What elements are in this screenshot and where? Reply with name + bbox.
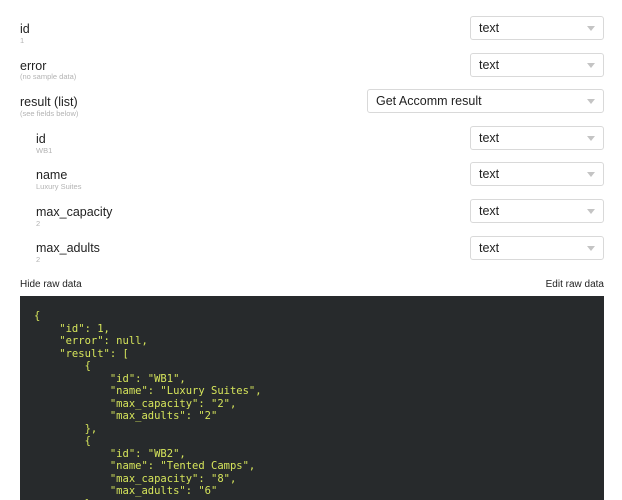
caret-down-icon (587, 209, 595, 214)
field-name: max_adults (36, 241, 100, 255)
hide-raw-data-link[interactable]: Hide raw data (20, 279, 82, 291)
type-dropdown-value: text (479, 241, 500, 255)
field-sample: 1 (20, 36, 25, 45)
field-sample: 2 (36, 255, 41, 264)
edit-raw-data-link[interactable]: Edit raw data (546, 279, 604, 291)
caret-down-icon (587, 63, 595, 68)
field-sample: 2 (36, 219, 41, 228)
field-name: name (36, 168, 68, 182)
caret-down-icon (587, 246, 595, 251)
type-dropdown[interactable]: Get Accomm result (367, 89, 604, 113)
type-dropdown-value: Get Accomm result (376, 94, 482, 108)
type-dropdown[interactable]: text (470, 126, 604, 150)
field-sample: (see fields below) (20, 109, 79, 118)
type-dropdown[interactable]: text (470, 53, 604, 77)
field-sample: WB1 (36, 146, 53, 155)
caret-down-icon (587, 99, 595, 104)
field-name: error (20, 59, 47, 73)
type-dropdown-value: text (479, 131, 500, 145)
field-name: id (20, 22, 30, 36)
raw-data-panel[interactable]: { "id": 1, "error": null, "result": [ { … (20, 296, 604, 500)
type-dropdown-value: text (479, 58, 500, 72)
raw-json-text: { "id": 1, "error": null, "result": [ { … (34, 310, 262, 500)
type-dropdown[interactable]: text (470, 162, 604, 186)
field-name: id (36, 132, 46, 146)
field-sample: Luxury Suites (36, 182, 82, 191)
type-dropdown-value: text (479, 167, 500, 181)
caret-down-icon (587, 26, 595, 31)
field-name: max_capacity (36, 205, 113, 219)
type-dropdown-value: text (479, 21, 500, 35)
caret-down-icon (587, 172, 595, 177)
field-name: result (list) (20, 95, 78, 109)
type-dropdown[interactable]: text (470, 199, 604, 223)
type-dropdown[interactable]: text (470, 16, 604, 40)
type-dropdown[interactable]: text (470, 236, 604, 260)
caret-down-icon (587, 136, 595, 141)
field-sample: (no sample data) (20, 72, 77, 81)
type-dropdown-value: text (479, 204, 500, 218)
